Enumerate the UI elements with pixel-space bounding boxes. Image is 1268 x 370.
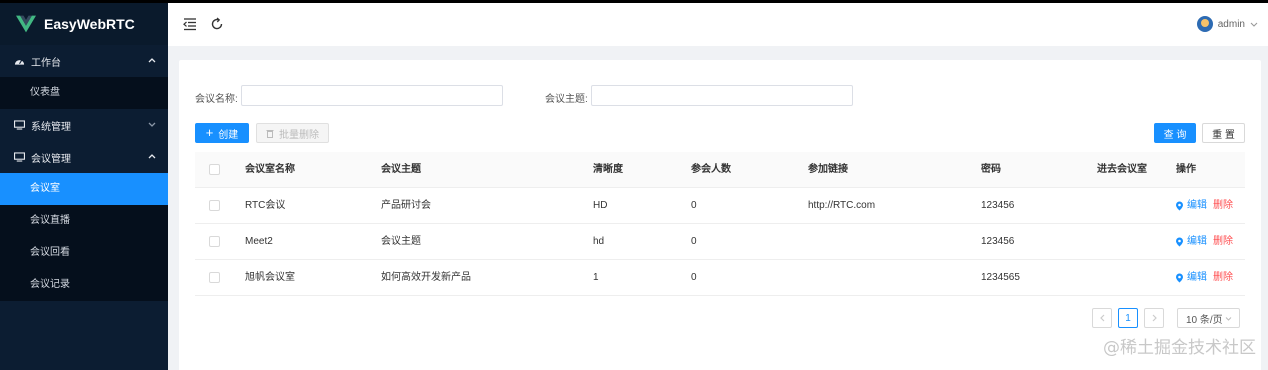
sidebar-group-workbench[interactable]: 工作台 xyxy=(0,45,168,77)
cell-clarity: hd xyxy=(593,236,605,247)
trash-icon xyxy=(266,129,274,138)
create-button[interactable]: + 创建 xyxy=(195,123,249,143)
cell-clarity: 1 xyxy=(593,272,599,283)
prev-page-button[interactable] xyxy=(1092,308,1112,328)
sidebar-item-meeting-records[interactable]: 会议记录 xyxy=(0,269,168,301)
column-header: 密码 xyxy=(981,164,1001,175)
cell-name: RTC会议 xyxy=(245,200,286,211)
chevron-down-icon xyxy=(1250,22,1258,27)
table-row: RTC会议 产品研讨会 HD 0 http://RTC.com 123456 编… xyxy=(195,188,1245,224)
sidebar-item-meeting-live[interactable]: 会议直播 xyxy=(0,205,168,237)
row-checkbox[interactable] xyxy=(209,200,220,211)
edit-link[interactable]: 编辑 xyxy=(1187,188,1207,224)
delete-link[interactable]: 删除 xyxy=(1213,224,1233,260)
batch-delete-button[interactable]: 批量删除 xyxy=(256,123,329,143)
batch-delete-label: 批量删除 xyxy=(279,129,319,141)
table-header: 会议室名称 会议主题 清晰度 参会人数 参加链接 密码 进去会议室 操作 xyxy=(195,152,1245,188)
app-logo[interactable]: EasyWebRTC xyxy=(0,3,168,45)
dashboard-icon xyxy=(14,59,25,65)
refresh-icon[interactable] xyxy=(210,17,224,31)
chevron-down-icon xyxy=(148,122,156,127)
meeting-name-input[interactable] xyxy=(241,85,503,106)
sidebar: EasyWebRTC 工作台 仪表盘 系统管理 会议管理 会议室 会议直播 会议… xyxy=(0,0,168,370)
table-row: 旭帆会议室 如何高效开发新产品 1 0 1234565 编辑 删除 xyxy=(195,260,1245,296)
top-header: admin xyxy=(168,0,1268,46)
menu-fold-icon[interactable] xyxy=(183,17,197,31)
submenu-workbench: 仪表盘 xyxy=(0,77,168,109)
sidebar-item-meeting-room[interactable]: 会议室 xyxy=(0,173,168,205)
cell-participants: 0 xyxy=(691,272,697,283)
sidebar-group-label: 工作台 xyxy=(31,57,61,69)
cell-topic: 如何高效开发新产品 xyxy=(381,272,471,283)
page-number-button[interactable]: 1 xyxy=(1118,308,1138,328)
column-header: 会议主题 xyxy=(381,164,421,175)
table-row: Meet2 会议主题 hd 0 123456 编辑 删除 xyxy=(195,224,1245,260)
cell-topic: 产品研讨会 xyxy=(381,200,431,211)
query-button[interactable]: 查 询 xyxy=(1154,123,1196,143)
avatar xyxy=(1196,16,1213,32)
row-actions: 编辑 删除 xyxy=(1175,260,1233,296)
cell-link[interactable]: http://RTC.com xyxy=(808,188,875,224)
chevron-right-icon xyxy=(1152,314,1157,322)
sidebar-item-dashboard[interactable]: 仪表盘 xyxy=(0,77,168,109)
meeting-topic-label: 会议主题: xyxy=(545,94,588,105)
monitor-icon xyxy=(14,120,25,130)
meeting-topic-input[interactable] xyxy=(591,85,853,106)
edit-link[interactable]: 编辑 xyxy=(1187,260,1207,296)
cell-password: 1234565 xyxy=(981,272,1020,283)
cell-password: 123456 xyxy=(981,236,1015,247)
chevron-up-icon xyxy=(148,58,156,63)
location-pin-icon xyxy=(1176,273,1183,283)
page-size-select[interactable]: 10 条/页 xyxy=(1177,308,1240,328)
delete-link[interactable]: 删除 xyxy=(1213,188,1233,224)
cell-name: 旭帆会议室 xyxy=(245,272,295,283)
content-card: 会议名称: 会议主题: + 创建 批量删除 查 询 重 置 会议室名称 会议主题… xyxy=(179,60,1261,370)
meeting-room-table: 会议室名称 会议主题 清晰度 参会人数 参加链接 密码 进去会议室 操作 RTC… xyxy=(195,152,1245,296)
page-size-value: 10 条/页 xyxy=(1186,314,1223,326)
row-actions: 编辑 删除 xyxy=(1175,224,1233,260)
monitor-icon xyxy=(14,152,25,162)
column-header: 进去会议室 xyxy=(1097,164,1147,175)
row-actions: 编辑 删除 xyxy=(1175,188,1233,224)
cell-topic: 会议主题 xyxy=(381,236,421,247)
chevron-down-icon xyxy=(1225,317,1232,321)
reset-button[interactable]: 重 置 xyxy=(1202,123,1245,143)
chevron-left-icon xyxy=(1099,314,1104,322)
select-all-checkbox[interactable] xyxy=(209,164,220,175)
delete-link[interactable]: 删除 xyxy=(1213,260,1233,296)
sidebar-group-label: 系统管理 xyxy=(31,121,71,133)
column-header: 参会人数 xyxy=(691,164,731,175)
meeting-name-label: 会议名称: xyxy=(195,94,238,105)
chevron-up-icon xyxy=(148,154,156,159)
user-name: admin xyxy=(1217,18,1245,30)
submenu-meeting: 会议室 会议直播 会议回看 会议记录 xyxy=(0,173,168,301)
sidebar-group-label: 会议管理 xyxy=(31,153,71,165)
vue-logo-icon xyxy=(16,15,36,33)
cell-name: Meet2 xyxy=(245,236,273,247)
edit-link[interactable]: 编辑 xyxy=(1187,224,1207,260)
column-header: 会议室名称 xyxy=(245,164,295,175)
sidebar-group-system[interactable]: 系统管理 xyxy=(0,109,168,141)
row-checkbox[interactable] xyxy=(209,272,220,283)
column-header: 操作 xyxy=(1176,164,1196,175)
sidebar-item-meeting-replay[interactable]: 会议回看 xyxy=(0,237,168,269)
sidebar-group-meeting[interactable]: 会议管理 xyxy=(0,141,168,173)
column-header: 清晰度 xyxy=(593,164,623,175)
cell-participants: 0 xyxy=(691,236,697,247)
location-pin-icon xyxy=(1176,237,1183,247)
cell-participants: 0 xyxy=(691,200,697,211)
user-menu[interactable]: admin xyxy=(1196,16,1258,32)
row-checkbox[interactable] xyxy=(209,236,220,247)
create-button-label: 创建 xyxy=(218,129,239,141)
cell-clarity: HD xyxy=(593,200,608,211)
location-pin-icon xyxy=(1176,201,1183,211)
next-page-button[interactable] xyxy=(1144,308,1164,328)
watermark: @稀土掘金技术社区 xyxy=(1103,338,1256,358)
plus-icon: + xyxy=(205,125,214,140)
app-title: EasyWebRTC xyxy=(44,16,135,32)
column-header: 参加链接 xyxy=(808,164,848,175)
cell-password: 123456 xyxy=(981,200,1015,211)
